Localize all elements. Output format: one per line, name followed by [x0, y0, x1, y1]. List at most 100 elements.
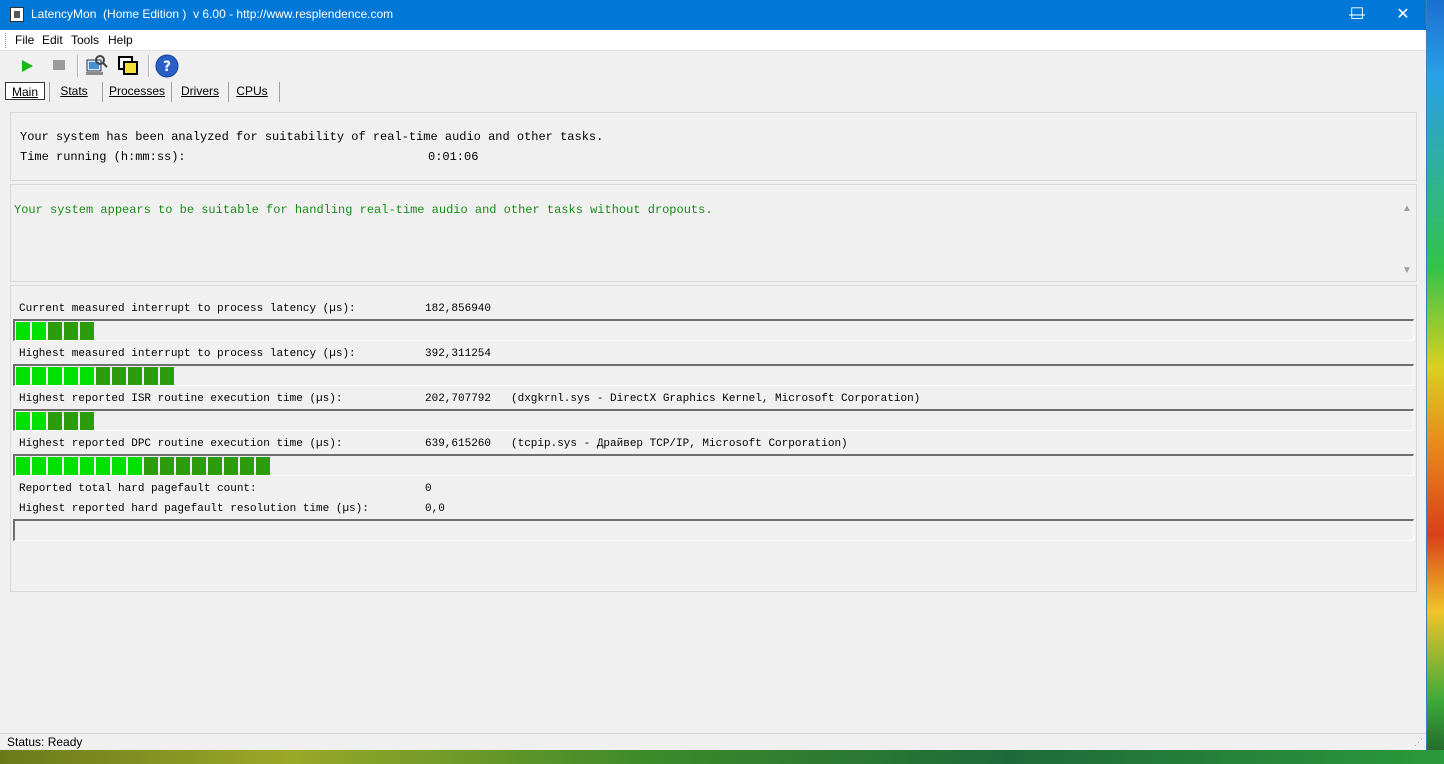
tab-cpus[interactable]: CPUs: [232, 82, 272, 100]
tab-separator: [102, 82, 103, 102]
metric-value: 392,311254: [425, 348, 492, 360]
desktop-wallpaper-bottom: [0, 750, 1444, 764]
bar-segment: [96, 367, 110, 385]
bar-segment: [32, 457, 46, 475]
summary-panel: Your system has been analyzed for suitab…: [10, 112, 1417, 181]
latency-bar: [13, 319, 1414, 341]
bar-segment: [80, 367, 94, 385]
bar-segment: [48, 322, 62, 340]
bar-segment: [224, 457, 238, 475]
bar-segment: [48, 412, 62, 430]
tab-separator: [279, 82, 280, 102]
bar-segment: [176, 457, 190, 475]
pagefault-time-value: 0,0: [425, 503, 445, 515]
bar-segment: [128, 367, 142, 385]
bar-segment: [256, 457, 270, 475]
time-running-label: Time running (h:mm:ss):: [20, 150, 186, 164]
metric-value: 639,615260: [425, 438, 492, 450]
resize-grip[interactable]: ⋰: [1414, 737, 1423, 748]
bar-segment: [160, 367, 174, 385]
bar-segment: [80, 322, 94, 340]
bar-segment: [128, 457, 142, 475]
bar-segment: [32, 322, 46, 340]
bar-segment: [80, 457, 94, 475]
close-button[interactable]: ✕: [1380, 0, 1426, 30]
stop-icon: [53, 60, 65, 70]
start-button[interactable]: [14, 54, 40, 78]
bar-segment: [64, 412, 78, 430]
help-button[interactable]: ?: [154, 54, 180, 78]
tab-main[interactable]: Main: [5, 82, 45, 100]
title-bar[interactable]: LatencyMon (Home Edition ) v 6.00 - http…: [0, 0, 1426, 30]
status-bar: Status: Ready ⋰: [0, 733, 1426, 751]
bar-segment: [16, 367, 30, 385]
toolbar: ?: [0, 51, 1426, 81]
metric-detail: (dxgkrnl.sys - DirectX Graphics Kernel, …: [511, 393, 921, 405]
pagefault-count-value: 0: [425, 483, 432, 495]
close-icon: ✕: [1396, 6, 1410, 23]
tab-processes[interactable]: Processes: [106, 82, 168, 100]
window-title: LatencyMon (Home Edition ) v 6.00 - http…: [31, 7, 394, 21]
bar-segment: [48, 367, 62, 385]
bar-segment: [112, 367, 126, 385]
app-window: LatencyMon (Home Edition ) v 6.00 - http…: [0, 0, 1427, 750]
tab-strip: Main Stats Processes Drivers CPUs: [0, 80, 1426, 102]
maximize-icon: ☐: [1349, 6, 1365, 23]
tab-separator: [49, 82, 50, 102]
bar-segment: [160, 457, 174, 475]
desktop-wallpaper: [1426, 0, 1444, 764]
bar-segment: [96, 457, 110, 475]
bar-segment: [64, 367, 78, 385]
bar-segment: [48, 457, 62, 475]
bar-segment: [240, 457, 254, 475]
bar-segment: [144, 367, 158, 385]
tab-drivers[interactable]: Drivers: [175, 82, 225, 100]
svg-text:?: ?: [163, 59, 171, 75]
bar-segment: [32, 367, 46, 385]
app-icon[interactable]: [10, 7, 24, 22]
bar-segment: [192, 457, 206, 475]
bar-segment: [32, 412, 46, 430]
metric-label: Highest reported DPC routine execution t…: [19, 438, 343, 450]
analyze-button[interactable]: [83, 54, 109, 78]
pagefault-bar: [13, 519, 1414, 541]
menu-help[interactable]: Help: [108, 33, 133, 47]
menu-tools[interactable]: Tools: [71, 33, 99, 47]
metric-detail: (tcpip.sys - Драйвер TCP/IP, Microsoft C…: [511, 438, 848, 450]
time-running-value: 0:01:06: [428, 150, 479, 164]
bar-segment: [64, 322, 78, 340]
scroll-down-arrow[interactable]: ▼: [1402, 265, 1412, 276]
toolbar-separator: [77, 55, 79, 77]
window-button[interactable]: [115, 54, 141, 78]
menu-bar: File Edit Tools Help: [0, 30, 1426, 51]
metric-label: Highest reported ISR routine execution t…: [19, 393, 343, 405]
help-icon: ?: [155, 54, 179, 78]
metric-label: Highest measured interrupt to process la…: [19, 348, 356, 360]
tab-stats[interactable]: Stats: [52, 82, 96, 100]
bar-segment: [112, 457, 126, 475]
verdict-text: Your system appears to be suitable for h…: [14, 203, 713, 217]
metric-value: 202,707792: [425, 393, 492, 405]
analyze-icon: [86, 55, 108, 75]
bar-segment: [16, 322, 30, 340]
bar-segment: [80, 412, 94, 430]
bar-segment: [16, 457, 30, 475]
maximize-button[interactable]: ☐: [1334, 0, 1380, 30]
menu-file[interactable]: File: [15, 33, 34, 47]
menu-edit[interactable]: Edit: [42, 33, 63, 47]
bar-segment: [208, 457, 222, 475]
stop-button[interactable]: [46, 54, 72, 78]
summary-line: Your system has been analyzed for suitab…: [20, 130, 604, 144]
bar-segment: [16, 412, 30, 430]
latency-bar: [13, 409, 1414, 431]
scroll-up-arrow[interactable]: ▲: [1402, 203, 1412, 214]
toolbar-separator: [148, 55, 150, 77]
menu-grip: [5, 33, 8, 48]
metric-value: 182,856940: [425, 303, 492, 315]
status-text: Status: Ready: [7, 735, 83, 749]
latency-bar: [13, 454, 1414, 476]
pagefault-time-label: Highest reported hard pagefault resoluti…: [19, 503, 369, 515]
verdict-panel: Your system appears to be suitable for h…: [10, 184, 1417, 282]
tab-separator: [171, 82, 172, 102]
pagefault-count-label: Reported total hard pagefault count:: [19, 483, 257, 495]
